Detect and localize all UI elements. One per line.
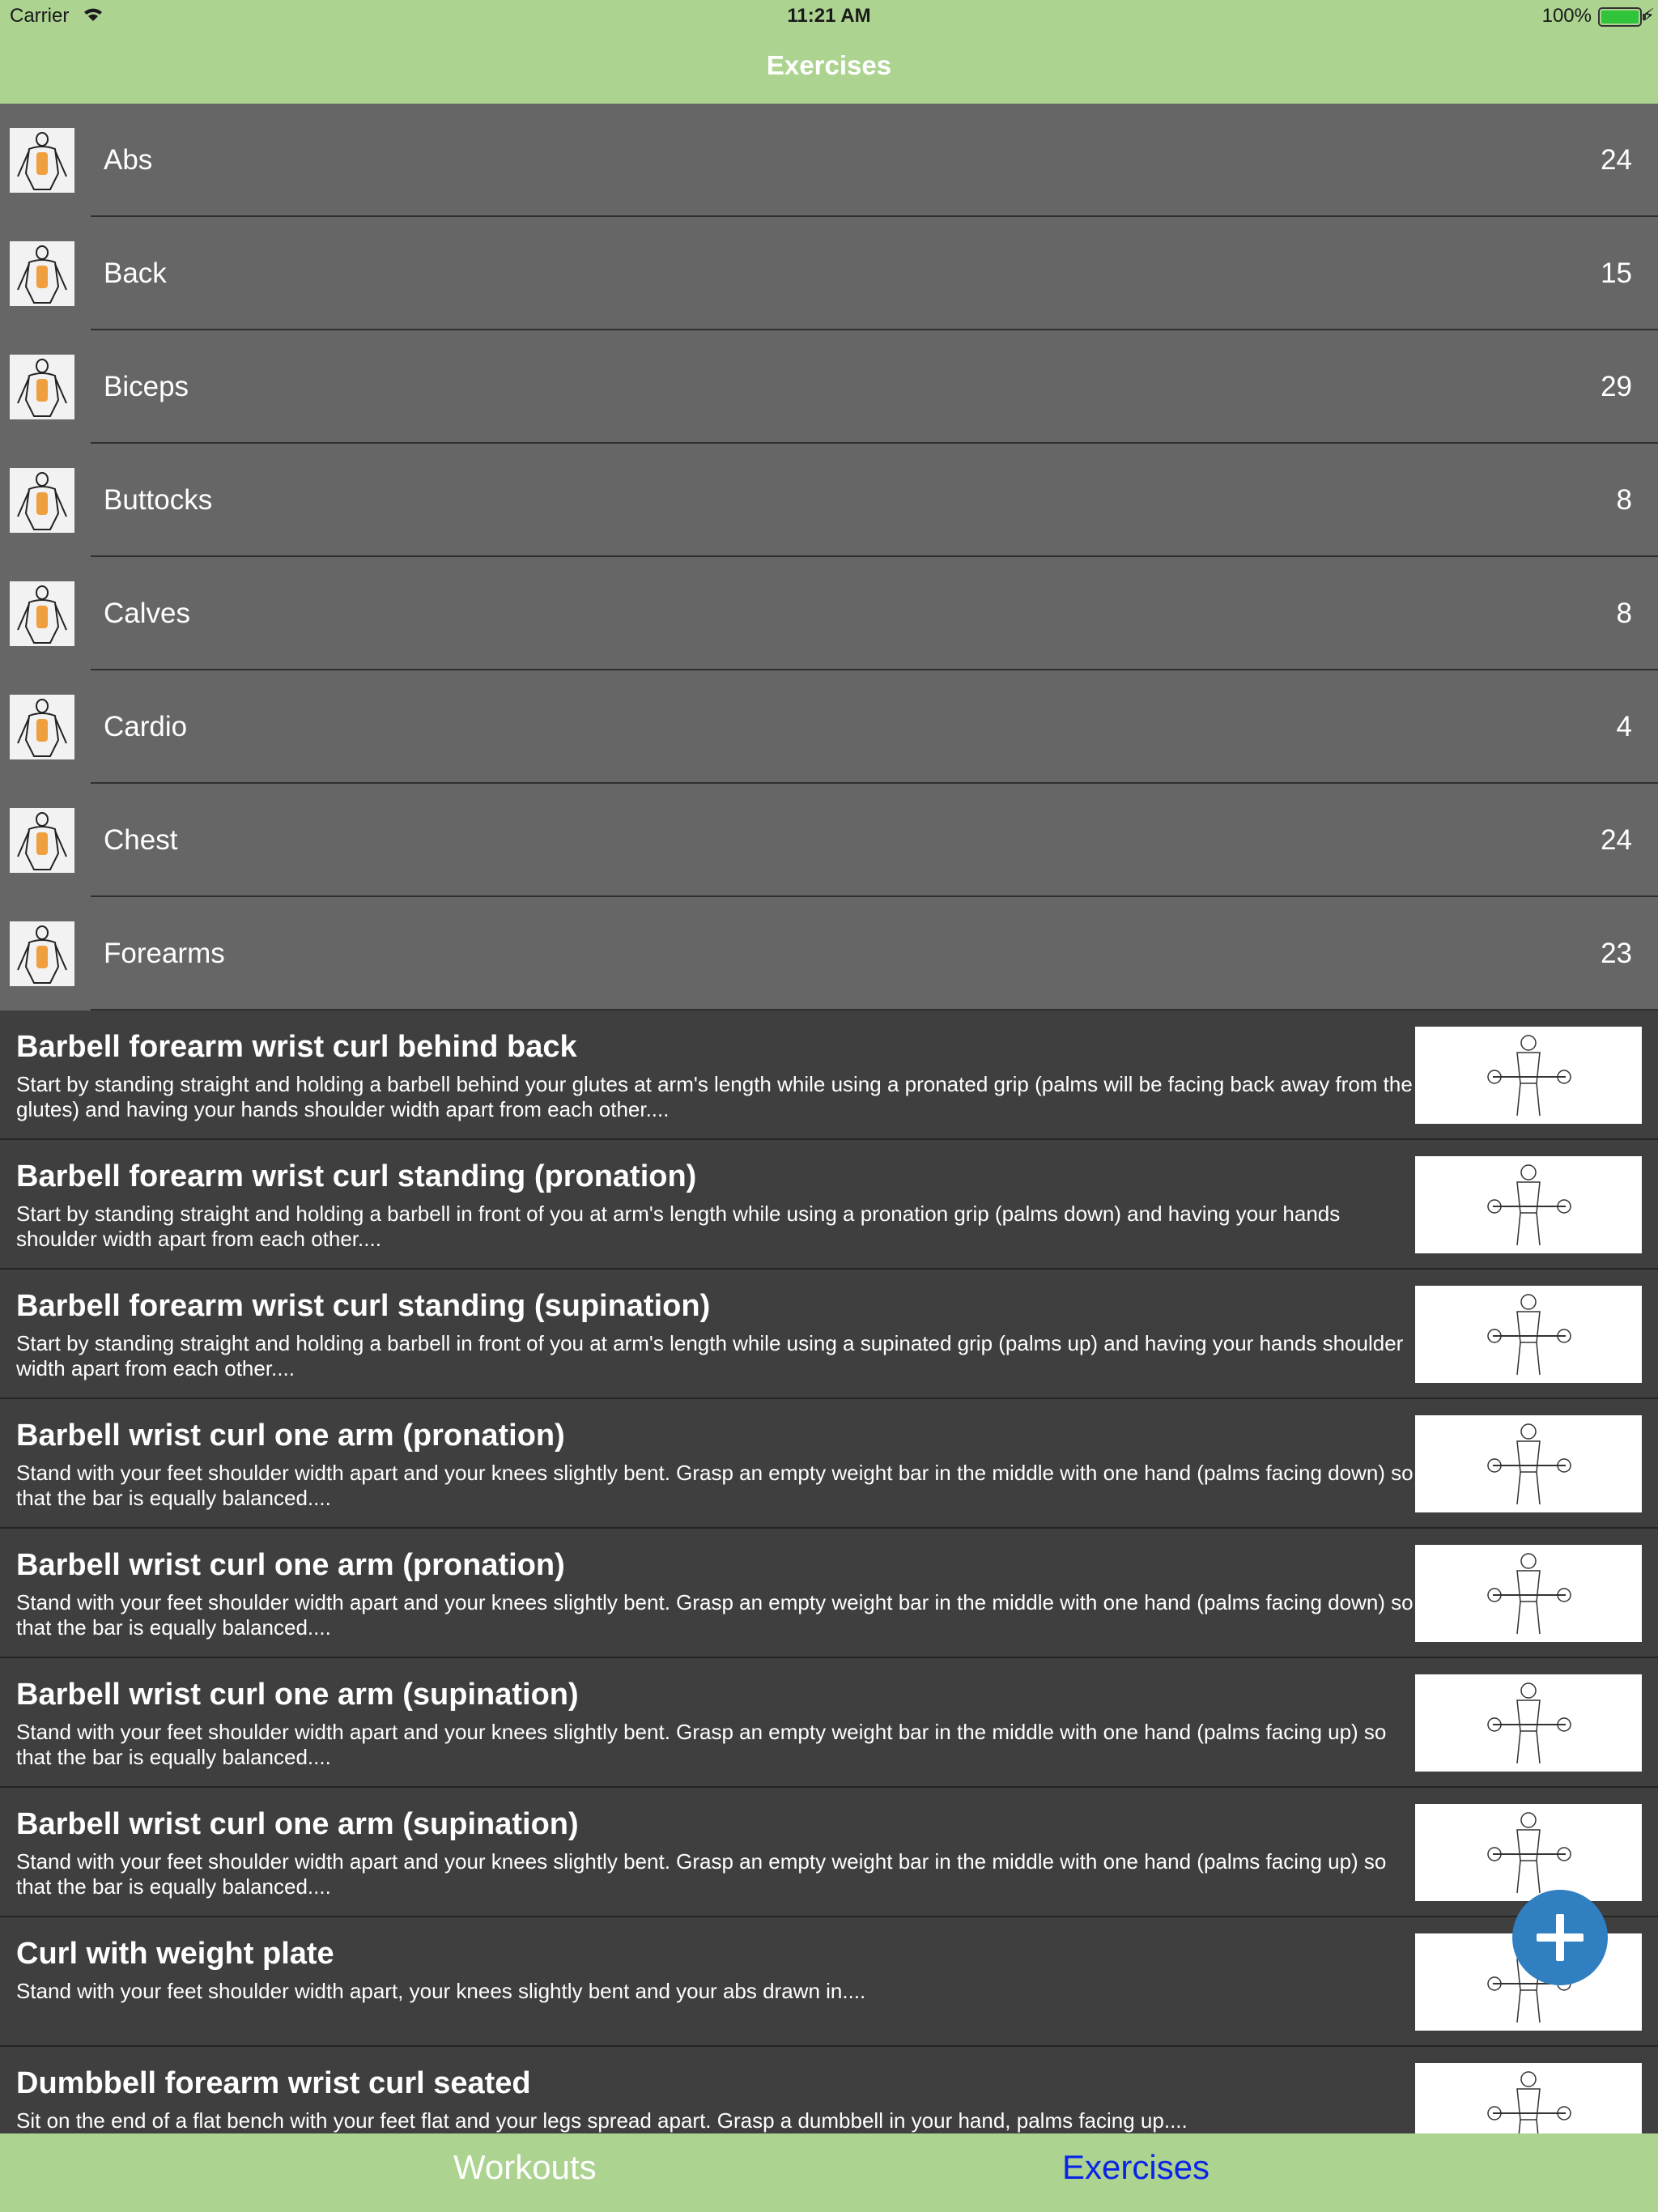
tab-exercises[interactable]: Exercises [1062, 2148, 1209, 2187]
add-button[interactable] [1512, 1890, 1608, 1985]
category-label: Abs [104, 144, 153, 176]
biceps-icon [10, 355, 74, 419]
status-bar: Carrier 11:21 AM 100% ⚡ [0, 0, 1658, 32]
category-list: Abs 24 Back 15 Biceps 29 Buttocks 8 Calves 8 Cardi… [0, 104, 1658, 1010]
category-count: 8 [1616, 484, 1632, 516]
category-label: Buttocks [104, 484, 213, 516]
category-row[interactable]: Forearms 23 [0, 897, 1658, 1010]
category-count: 23 [1601, 938, 1632, 969]
exercise-description: Stand with your feet shoulder width apar… [16, 1720, 1387, 1769]
exercise-thumbnail [1415, 1156, 1642, 1253]
exercise-row[interactable]: Barbell wrist curl one arm (pronation) St… [0, 1529, 1658, 1658]
cardio-icon [10, 695, 74, 759]
exercise-title: Barbell wrist curl one arm (pronation) [16, 1419, 565, 1453]
back-icon [10, 241, 74, 306]
exercise-description: Start by standing straight and holding a… [16, 1202, 1341, 1251]
category-count: 8 [1616, 598, 1632, 629]
exercise-thumbnail [1415, 2063, 1642, 2133]
forearms-icon [10, 921, 74, 986]
exercise-thumbnail [1415, 1286, 1642, 1383]
category-row[interactable]: Abs 24 [0, 104, 1658, 217]
exercise-title: Curl with weight plate [16, 1937, 334, 1971]
exercise-row[interactable]: Barbell forearm wrist curl standing (pro… [0, 1140, 1658, 1270]
exercise-thumbnail [1415, 1804, 1642, 1901]
exercise-title: Barbell wrist curl one arm (supination) [16, 1807, 579, 1841]
chest-icon [10, 808, 74, 873]
category-row[interactable]: Calves 8 [0, 557, 1658, 670]
exercise-list: Barbell forearm wrist curl behind back St… [0, 1010, 1658, 2133]
category-count: 29 [1601, 371, 1632, 402]
category-count: 24 [1601, 824, 1632, 856]
tab-workouts[interactable]: Workouts [453, 2148, 597, 2187]
exercise-row[interactable]: Barbell forearm wrist curl standing (sup… [0, 1270, 1658, 1399]
exercise-description: Sit on the end of a flat bench with your… [16, 2108, 1188, 2133]
category-count: 15 [1601, 257, 1632, 289]
exercise-thumbnail [1415, 1027, 1642, 1124]
exercise-title: Barbell wrist curl one arm (supination) [16, 1678, 579, 1712]
exercise-description: Start by standing straight and holding a… [16, 1072, 1413, 1121]
category-label: Back [104, 257, 167, 289]
exercise-description: Start by standing straight and holding a… [16, 1331, 1404, 1380]
exercise-description: Stand with your feet shoulder width apar… [16, 1590, 1414, 1640]
exercise-description: Stand with your feet shoulder width apar… [16, 1849, 1387, 1899]
category-row[interactable]: Back 15 [0, 217, 1658, 330]
tab-bar: Workouts Exercises [0, 2133, 1658, 2212]
category-label: Biceps [104, 371, 189, 402]
category-row[interactable]: Biceps 29 [0, 330, 1658, 444]
exercise-title: Barbell forearm wrist curl behind back [16, 1030, 577, 1064]
buttocks-icon [10, 468, 74, 533]
plus-icon [1537, 1914, 1584, 1961]
exercise-title: Barbell forearm wrist curl standing (pro… [16, 1159, 697, 1193]
category-row[interactable]: Cardio 4 [0, 670, 1658, 784]
category-label: Forearms [104, 938, 225, 969]
category-label: Calves [104, 598, 190, 629]
category-label: Chest [104, 824, 178, 856]
page-title: Exercises [766, 50, 892, 80]
clock: 11:21 AM [787, 5, 871, 27]
exercise-row[interactable]: Barbell forearm wrist curl behind back St… [0, 1010, 1658, 1140]
exercise-thumbnail [1415, 1674, 1642, 1772]
category-row[interactable]: Buttocks 8 [0, 444, 1658, 557]
charging-icon: ⚡ [1642, 5, 1655, 25]
top-bar: Carrier 11:21 AM 100% ⚡ Exercises [0, 0, 1658, 104]
exercise-title: Dumbbell forearm wrist curl seated [16, 2066, 531, 2100]
abs-icon [10, 128, 74, 193]
exercise-row[interactable]: Barbell wrist curl one arm (supination) S… [0, 1658, 1658, 1788]
exercise-description: Stand with your feet shoulder width apar… [16, 1461, 1414, 1510]
category-count: 4 [1616, 711, 1632, 742]
battery-percent: 100% [1541, 5, 1592, 27]
category-row[interactable]: Chest 24 [0, 784, 1658, 897]
exercise-thumbnail [1415, 1415, 1642, 1512]
exercise-row[interactable]: Curl with weight plate Stand with your fe… [0, 1917, 1658, 2047]
battery-icon [1598, 7, 1646, 27]
category-count: 24 [1601, 144, 1632, 176]
exercise-title: Barbell wrist curl one arm (pronation) [16, 1548, 565, 1582]
category-label: Cardio [104, 711, 188, 742]
exercise-row[interactable]: Barbell wrist curl one arm (supination) S… [0, 1788, 1658, 1917]
exercise-thumbnail [1415, 1545, 1642, 1642]
exercise-row[interactable]: Barbell wrist curl one arm (pronation) St… [0, 1399, 1658, 1529]
calves-icon [10, 581, 74, 646]
exercise-row[interactable]: Dumbbell forearm wrist curl seated Sit on… [0, 2047, 1658, 2133]
exercise-title: Barbell forearm wrist curl standing (sup… [16, 1289, 711, 1323]
exercise-description: Stand with your feet shoulder width apar… [16, 1979, 866, 2003]
